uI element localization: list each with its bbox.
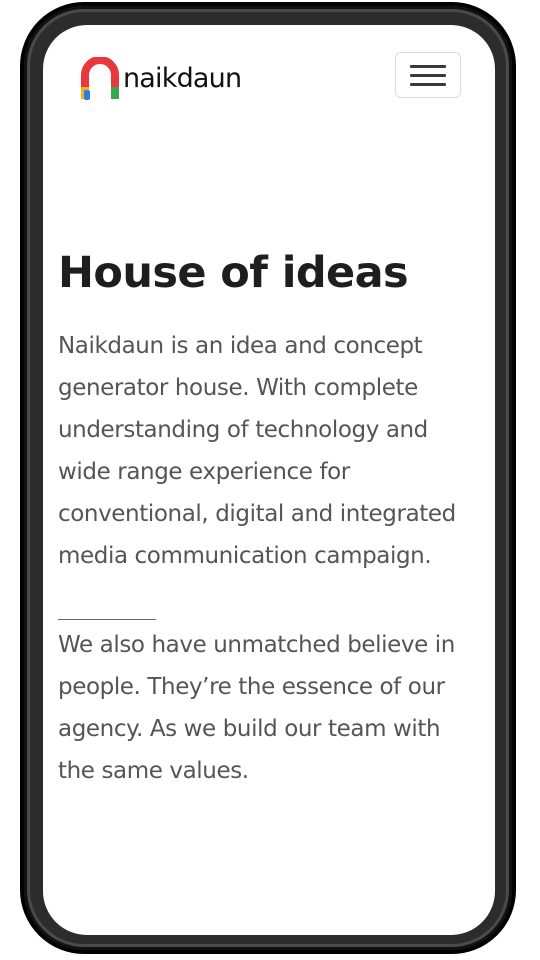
values-paragraph: We also have unmatched believe in people… — [58, 632, 455, 784]
hero-section: House of ideas Naikdaun is an idea and c… — [58, 245, 478, 792]
hamburger-menu-icon-line — [410, 82, 446, 86]
top-navbar: naikdaun — [43, 25, 495, 125]
brand-logo-link[interactable]: naikdaun — [81, 57, 242, 101]
hamburger-menu-icon — [410, 64, 446, 68]
naikdaun-arch-logo-icon — [81, 57, 119, 100]
section-divider — [58, 619, 156, 620]
page-title: House of ideas — [58, 248, 409, 298]
hamburger-menu-icon-line — [410, 73, 446, 77]
intro-paragraph: Naikdaun is an idea and concept generato… — [58, 333, 456, 569]
brand-name: naikdaun — [123, 63, 242, 94]
hamburger-menu-button[interactable] — [395, 52, 461, 98]
phone-screen: naikdaun House of ideas Naikdaun is an i… — [43, 25, 495, 935]
